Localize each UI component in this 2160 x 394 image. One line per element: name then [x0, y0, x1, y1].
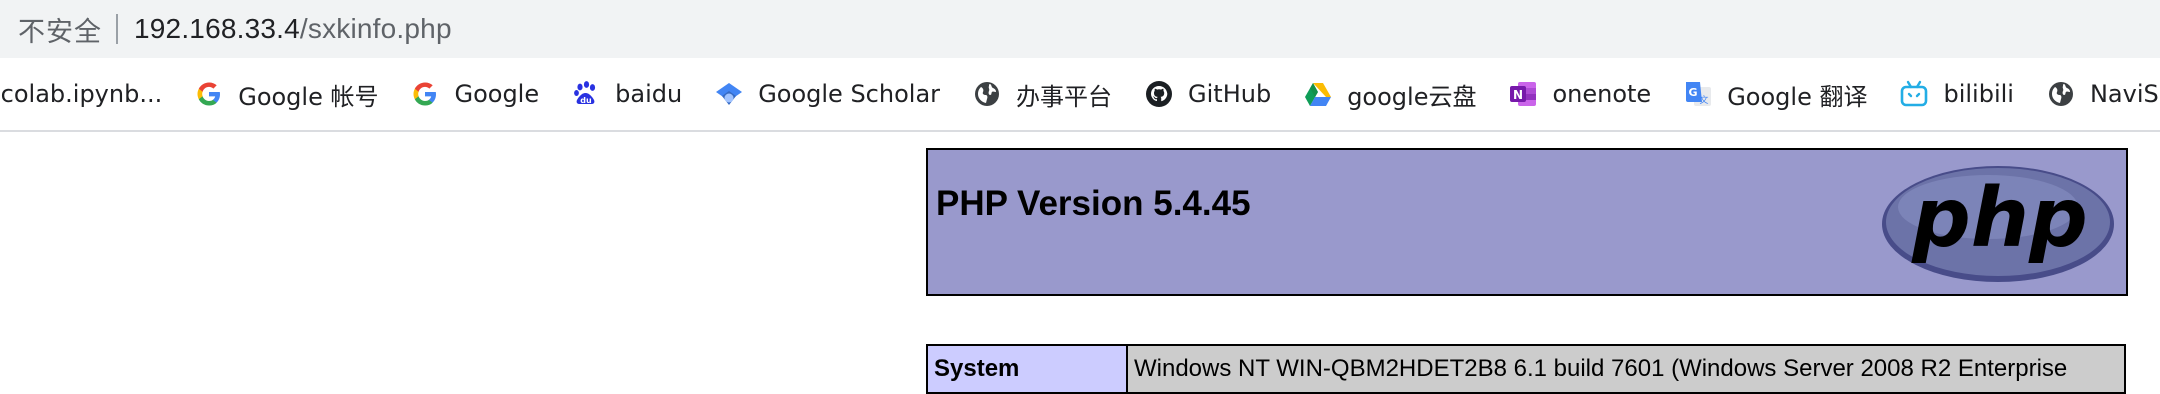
bookmarks-bar: -colab.ipynb... Google 帐号 Google du baid… — [0, 58, 2160, 132]
baidu-paw-icon: du — [571, 79, 601, 109]
url-path: /sxkinfo.php — [299, 13, 452, 44]
bookmark-google-translate[interactable]: G 文 Google 翻译 — [1671, 70, 1879, 118]
onenote-icon: N — [1508, 79, 1538, 109]
svg-text:du: du — [580, 96, 592, 105]
bookmark-google-drive[interactable]: google云盘 — [1291, 70, 1488, 118]
scholar-cap-icon — [714, 79, 744, 109]
address-bar[interactable]: 不安全 192.168.33.4/sxkinfo.php — [0, 0, 2160, 58]
bookmark-github[interactable]: GitHub — [1132, 70, 1283, 118]
bookmark-label: onenote — [1552, 80, 1652, 108]
bookmark-colab[interactable]: -colab.ipynb... — [0, 70, 174, 118]
google-drive-icon — [1303, 79, 1333, 109]
bookmark-label: Google — [454, 80, 540, 108]
not-secure-indicator[interactable]: 不安全 — [18, 10, 102, 49]
svg-text:文: 文 — [1700, 94, 1709, 106]
bookmark-google-scholar[interactable]: Google Scholar — [702, 70, 952, 118]
info-value: Windows NT WIN-QBM2HDET2B8 6.1 build 760… — [1126, 344, 2126, 394]
bookmark-label: Google Scholar — [758, 80, 941, 108]
bookmark-navisec[interactable]: NaviSe — [2034, 70, 2160, 118]
google-translate-icon: G 文 — [1683, 79, 1713, 109]
url-host: 192.168.33.4 — [134, 13, 300, 44]
phpinfo-table: System Windows NT WIN-QBM2HDET2B8 6.1 bu… — [926, 344, 2126, 394]
bookmark-label: Google 翻译 — [1727, 82, 1868, 111]
google-icon — [410, 79, 440, 109]
globe-icon — [972, 79, 1002, 109]
bookmark-label: 办事平台 — [1016, 82, 1113, 111]
github-icon — [1144, 79, 1174, 109]
bookmark-bilibili[interactable]: bilibili — [1887, 70, 2025, 118]
globe-icon — [2046, 79, 2076, 109]
url-text[interactable]: 192.168.33.4/sxkinfo.php — [134, 13, 452, 45]
php-logo-text: php — [1911, 171, 2088, 266]
info-key: System — [926, 344, 1128, 394]
bookmark-google[interactable]: Google — [398, 70, 551, 118]
bilibili-tv-icon — [1899, 79, 1929, 109]
bookmark-label: -colab.ipynb... — [0, 80, 163, 108]
google-icon — [194, 79, 224, 109]
bookmark-label: bilibili — [1943, 80, 2014, 108]
svg-text:G: G — [1689, 86, 1698, 99]
bookmark-service-platform[interactable]: 办事平台 — [960, 70, 1124, 118]
bookmark-google-account[interactable]: Google 帐号 — [182, 70, 390, 118]
svg-text:N: N — [1513, 88, 1523, 102]
bookmark-onenote[interactable]: N onenote — [1496, 70, 1663, 118]
address-separator — [116, 14, 118, 44]
bookmark-label: NaviSe — [2089, 80, 2160, 108]
php-version-header: PHP Version 5.4.45 php — [926, 148, 2128, 296]
bookmark-label: google云盘 — [1347, 82, 1477, 111]
bookmark-label: Google 帐号 — [238, 82, 379, 111]
bookmark-label: GitHub — [1188, 80, 1272, 108]
bookmark-baidu[interactable]: du baidu — [559, 70, 694, 118]
php-logo: php — [1882, 166, 2114, 282]
page-content: PHP Version 5.4.45 php System Windows NT… — [0, 132, 2160, 394]
php-version-title: PHP Version 5.4.45 — [936, 184, 1251, 223]
bookmark-label: baidu — [615, 80, 683, 108]
table-row: System Windows NT WIN-QBM2HDET2B8 6.1 bu… — [926, 344, 2126, 394]
